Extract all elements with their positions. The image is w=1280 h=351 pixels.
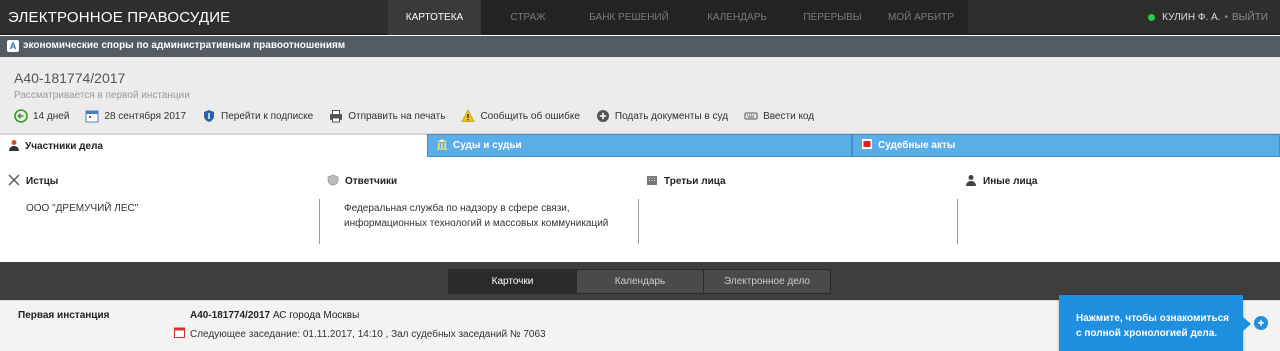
swords-icon xyxy=(8,174,20,189)
column-divider xyxy=(957,199,958,244)
enter-code-button[interactable]: Ввести код xyxy=(744,109,814,123)
separator: • xyxy=(1224,12,1228,23)
plaintiffs-title: Истцы xyxy=(26,176,59,187)
brand-logo[interactable]: ЭЛЕКТРОННОЕ ПРАВОСУДИЕ xyxy=(8,9,230,26)
date-label: 28 сентября 2017 xyxy=(104,110,187,122)
plaintiffs-header: Истцы xyxy=(8,174,58,189)
tab-courts-judges[interactable]: Суды и судьи xyxy=(427,134,852,157)
instance-case-number[interactable]: А40-181774/2017 xyxy=(190,310,270,321)
courthouse-icon xyxy=(436,138,448,153)
building-icon xyxy=(646,174,658,189)
category-bar: А экономические споры по административны… xyxy=(0,36,1280,57)
submit-documents-button[interactable]: Подать документы в суд xyxy=(596,109,728,123)
report-error-label: Сообщить об ошибке xyxy=(480,110,580,122)
view-electronic-case-button[interactable]: Электронное дело xyxy=(703,269,831,294)
tab-participants-label: Участники дела xyxy=(25,140,103,152)
calendar-icon xyxy=(174,327,185,341)
tab-participants[interactable]: Участники дела xyxy=(0,134,427,157)
plus-circle-icon xyxy=(596,109,610,123)
shield-icon xyxy=(327,174,339,189)
chronology-tooltip[interactable]: Нажмите, чтобы ознакомиться с полной хро… xyxy=(1059,295,1251,351)
nav-kartoteka[interactable]: КАРТОТЕКА xyxy=(388,0,481,35)
next-hearing-text: Следующее заседание: 01.11.2017, 14:10 ,… xyxy=(190,328,546,340)
date-button[interactable]: 28 сентября 2017 xyxy=(85,109,186,123)
warning-icon xyxy=(461,109,476,123)
nav-pereryvy[interactable]: ПЕРЕРЫВЫ xyxy=(791,0,874,35)
tab-court-acts-label: Судебные акты xyxy=(878,140,956,151)
person-icon xyxy=(965,174,977,189)
tooltip-line1: Нажмите, чтобы ознакомиться xyxy=(1076,313,1229,324)
view-cards-button[interactable]: Карточки xyxy=(448,269,577,294)
plaintiff-item[interactable]: ООО "ДРЕМУЧИЙ ЛЕС" xyxy=(26,201,138,216)
nav-bank-resheniy[interactable]: БАНК РЕШЕНИЙ xyxy=(575,0,683,35)
user-panel: КУЛИН Ф. А. • ВЫЙТИ xyxy=(1148,12,1268,23)
defendant-item-line2[interactable]: информационных технологий и массовых ком… xyxy=(344,216,608,231)
next-hearing: Следующее заседание: 01.11.2017, 14:10 ,… xyxy=(174,327,546,341)
pdf-icon xyxy=(861,138,873,153)
defendants-list: Федеральная служба по надзору в сфере св… xyxy=(344,201,608,231)
third-parties-title: Третьи лица xyxy=(664,176,726,187)
category-label: экономические споры по административным … xyxy=(23,40,346,51)
print-button[interactable]: Отправить на печать xyxy=(329,109,445,123)
instance-label: Первая инстанция xyxy=(18,310,110,321)
column-divider xyxy=(638,199,639,244)
enter-code-label: Ввести код xyxy=(763,110,815,122)
submit-documents-label: Подать документы в суд xyxy=(614,110,729,122)
nav-strazh[interactable]: СТРАЖ xyxy=(481,0,575,35)
tooltip-line2: с полной хронологией дела. xyxy=(1076,328,1218,339)
top-bar: ЭЛЕКТРОННОЕ ПРАВОСУДИЕ КАРТОТЕКА СТРАЖ Б… xyxy=(0,0,1280,35)
printer-icon xyxy=(329,109,343,123)
nav-calendar[interactable]: КАЛЕНДАРЬ xyxy=(683,0,791,35)
back-arrow-icon xyxy=(14,109,28,123)
other-parties-header: Иные лица xyxy=(965,174,1037,189)
user-name[interactable]: КУЛИН Ф. А. xyxy=(1162,12,1220,23)
defendants-header: Ответчики xyxy=(327,174,397,189)
days-label: 14 дней xyxy=(33,110,70,122)
case-number: А40-181774/2017 xyxy=(14,70,126,86)
calendar-icon xyxy=(85,109,99,123)
other-parties-title: Иные лица xyxy=(983,176,1038,187)
third-parties-header: Третьи лица xyxy=(646,174,726,189)
defendants-title: Ответчики xyxy=(345,176,398,187)
person-icon xyxy=(8,139,20,154)
online-status-icon xyxy=(1148,14,1156,21)
main-nav: КАРТОТЕКА СТРАЖ БАНК РЕШЕНИЙ КАЛЕНДАРЬ П… xyxy=(388,0,968,35)
nav-moy-arbitr[interactable]: МОЙ АРБИТР xyxy=(874,0,968,35)
subscribe-button[interactable]: Перейти к подписке xyxy=(202,109,313,123)
tab-court-acts[interactable]: Судебные акты xyxy=(852,134,1280,157)
days-button[interactable]: 14 дней xyxy=(14,109,69,123)
subscribe-label: Перейти к подписке xyxy=(221,110,314,122)
shield-icon xyxy=(202,109,216,123)
document-icon: А xyxy=(7,40,19,52)
keyboard-icon xyxy=(744,109,758,123)
plaintiffs-list: ООО "ДРЕМУЧИЙ ЛЕС" xyxy=(26,201,138,216)
case-header: А40-181774/2017 Рассматривается в первой… xyxy=(0,57,1280,134)
defendant-item-line1[interactable]: Федеральная служба по надзору в сфере св… xyxy=(344,201,608,216)
report-error-button[interactable]: Сообщить об ошибке xyxy=(461,109,580,123)
logout-link[interactable]: ВЫЙТИ xyxy=(1232,12,1268,23)
tab-courts-judges-label: Суды и судьи xyxy=(453,140,522,151)
case-actions: 14 дней 28 сентября 2017 Перейти к подпи… xyxy=(14,109,814,123)
case-status: Рассматривается в первой инстанции xyxy=(14,90,190,101)
case-tabs: Участники дела Суды и судьи Судебные акт… xyxy=(0,134,1280,157)
print-label: Отправить на печать xyxy=(348,110,446,122)
column-divider xyxy=(319,199,320,244)
expand-chronology-icon[interactable]: + xyxy=(1254,316,1268,330)
parties-panel: Истцы ООО "ДРЕМУЧИЙ ЛЕС" Ответчики Федер… xyxy=(0,157,1280,261)
view-calendar-button[interactable]: Календарь xyxy=(576,269,704,294)
instance-case: А40-181774/2017 АС города Москвы xyxy=(190,310,359,321)
instance-court: АС города Москвы xyxy=(272,310,360,321)
